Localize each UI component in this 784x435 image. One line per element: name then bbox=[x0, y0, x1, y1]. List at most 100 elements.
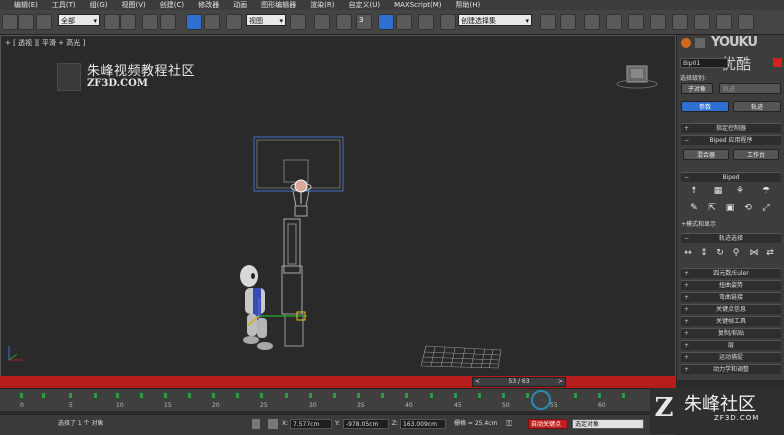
time-slider-prev-icon[interactable]: < bbox=[475, 378, 480, 386]
named-selection-dropdown[interactable]: 创建选择集 bbox=[458, 14, 532, 27]
select-object-icon[interactable] bbox=[104, 14, 120, 30]
menu-rendering[interactable]: 渲染(R) bbox=[310, 0, 334, 10]
figure-mode-icon[interactable]: ☨ bbox=[689, 186, 699, 196]
keyboard-shortcut-icon[interactable] bbox=[336, 14, 352, 30]
mixer-mode-icon[interactable]: ☂ bbox=[761, 186, 771, 196]
rollout-key-info[interactable]: + 关键点信息 bbox=[681, 304, 781, 314]
move-all-icon[interactable]: ⤢ bbox=[761, 203, 771, 213]
rollout-motion-capture[interactable]: + 运动捕捉 bbox=[681, 352, 781, 362]
symmetrical-icon[interactable]: ⋈ bbox=[749, 248, 759, 258]
rollout-label: 四元数/Euler bbox=[713, 270, 749, 277]
bottom-logo-url: ZF3D.COM bbox=[714, 414, 760, 422]
lock-icon[interactable] bbox=[252, 419, 260, 429]
time-slider[interactable]: < 53 / 63 > bbox=[472, 377, 566, 387]
tab-trajectory[interactable]: 轨迹 bbox=[733, 101, 781, 112]
menu-edit[interactable]: 编辑(E) bbox=[14, 0, 38, 10]
lock-cog-icon[interactable]: ⚲ bbox=[731, 248, 741, 258]
window-crossing-icon[interactable] bbox=[160, 14, 176, 30]
menu-tools[interactable]: 工具(T) bbox=[52, 0, 76, 10]
convert-icon[interactable]: ⟲ bbox=[743, 203, 753, 213]
select-rotate-icon[interactable] bbox=[204, 14, 220, 30]
rollout-biped[interactable]: − Biped bbox=[681, 172, 781, 182]
motion-flow-icon[interactable]: ⚘ bbox=[735, 186, 745, 196]
unlink-icon[interactable] bbox=[18, 14, 34, 30]
curve-editor-icon[interactable] bbox=[628, 14, 644, 30]
opposite-icon[interactable]: ⇄ bbox=[765, 248, 775, 258]
menu-help[interactable]: 帮助(H) bbox=[456, 0, 481, 10]
menu-graph-editors[interactable]: 图形编辑器 bbox=[261, 0, 296, 10]
z-label: Z: bbox=[392, 420, 399, 427]
timeline-bar[interactable] bbox=[0, 376, 676, 388]
rollout-copy-paste[interactable]: + 复制/粘贴 bbox=[681, 328, 781, 338]
align-icon[interactable] bbox=[560, 14, 576, 30]
perspective-viewport[interactable]: + [ 透视 ][ 平滑 + 高光 ] 朱峰视频教程社区 ZF3D.COM bbox=[0, 35, 676, 377]
select-move-icon[interactable] bbox=[186, 14, 202, 30]
reference-coord-dropdown[interactable]: 视图 bbox=[246, 14, 286, 27]
material-editor-icon[interactable] bbox=[672, 14, 688, 30]
angle-snap-icon[interactable] bbox=[378, 14, 394, 30]
menu-view[interactable]: 视图(V) bbox=[122, 0, 146, 10]
x-coordinate-field[interactable]: 7.577cm bbox=[290, 419, 332, 429]
time-slider-next-icon[interactable]: > bbox=[558, 378, 563, 386]
tab-params[interactable]: 参数 bbox=[681, 101, 729, 112]
rollout-bend-links[interactable]: + 弯曲链接 bbox=[681, 292, 781, 302]
mixer-button[interactable]: 混合器 bbox=[683, 149, 729, 160]
y-coordinate-field[interactable]: -978.05cm bbox=[343, 419, 389, 429]
layer-manager-icon[interactable] bbox=[584, 14, 600, 30]
create-tab-icon[interactable] bbox=[681, 38, 691, 48]
rollout-quaternion-euler[interactable]: + 四元数/Euler bbox=[681, 268, 781, 278]
body-rotation-icon[interactable]: ↻ bbox=[715, 248, 725, 258]
object-name-field[interactable]: Bip01 bbox=[680, 58, 728, 68]
rect-selection-icon[interactable] bbox=[142, 14, 158, 30]
track-bar[interactable]: 0 5 10 15 20 25 30 35 40 45 50 55 60 bbox=[0, 388, 676, 411]
body-horizontal-icon[interactable]: ↔ bbox=[683, 248, 693, 258]
percent-snap-icon[interactable] bbox=[396, 14, 412, 30]
biped-playback-icon[interactable]: ✎ bbox=[689, 203, 699, 213]
key-filter-dropdown[interactable]: 选定对象 bbox=[572, 419, 644, 429]
menu-group[interactable]: 组(G) bbox=[90, 0, 108, 10]
auto-key-button[interactable]: 自动关键点 bbox=[528, 419, 568, 429]
rollout-biped-apps[interactable]: − Biped 应用程序 bbox=[681, 135, 781, 145]
rollout-dynamics-adaptation[interactable]: + 动力学和调整 bbox=[681, 364, 781, 374]
menu-create[interactable]: 创建(C) bbox=[160, 0, 184, 10]
render-production-icon[interactable] bbox=[738, 14, 754, 30]
load-file-icon[interactable]: ⇱ bbox=[707, 203, 717, 213]
edit-named-selection-icon[interactable] bbox=[440, 14, 456, 30]
modify-tab-icon[interactable] bbox=[695, 38, 705, 48]
rendered-frame-icon[interactable] bbox=[716, 14, 732, 30]
save-file-icon[interactable]: ▣ bbox=[725, 203, 735, 213]
rollout-assign-controller[interactable]: + 指定控制器 bbox=[681, 123, 781, 133]
schematic-view-icon[interactable] bbox=[650, 14, 666, 30]
menu-animation[interactable]: 动画 bbox=[233, 0, 247, 10]
workbench-button[interactable]: 工作台 bbox=[733, 149, 779, 160]
pivot-center-icon[interactable] bbox=[290, 14, 306, 30]
snaps-toggle-icon[interactable]: 3 bbox=[356, 14, 372, 30]
render-setup-icon[interactable] bbox=[694, 14, 710, 30]
z-coordinate-field[interactable]: 163.009cm bbox=[400, 419, 446, 429]
body-vertical-icon[interactable]: ↕ bbox=[699, 248, 709, 258]
object-color-swatch[interactable] bbox=[773, 58, 782, 67]
rollout-keyframing-tools[interactable]: + 关键帧工具 bbox=[681, 316, 781, 326]
menu-modifiers[interactable]: 修改器 bbox=[198, 0, 219, 10]
selection-filter-dropdown[interactable]: 全部 bbox=[58, 14, 100, 27]
footstep-mode-icon[interactable]: ▦ bbox=[713, 186, 723, 196]
modes-display-rollout[interactable]: +模式和显示 bbox=[681, 219, 716, 228]
bind-spacewarp-icon[interactable] bbox=[36, 14, 52, 30]
select-by-name-icon[interactable] bbox=[120, 14, 136, 30]
keyframe-markers bbox=[20, 390, 625, 410]
select-manipulate-icon[interactable] bbox=[314, 14, 330, 30]
absolute-mode-icon[interactable] bbox=[268, 419, 278, 429]
link-icon[interactable] bbox=[2, 14, 18, 30]
sub-object-button[interactable]: 子对象 bbox=[681, 83, 713, 94]
graphite-ribbon-icon[interactable] bbox=[606, 14, 622, 30]
rollout-layers[interactable]: + 层 bbox=[681, 340, 781, 350]
sub-object-dropdown[interactable]: 轨迹 bbox=[719, 83, 781, 94]
menu-maxscript[interactable]: MAXScript(M) bbox=[394, 1, 441, 9]
rollout-track-selection[interactable]: − 轨迹选择 bbox=[681, 233, 781, 243]
menu-customize[interactable]: 自定义(U) bbox=[348, 0, 380, 10]
key-icon[interactable]: ⚿ bbox=[506, 420, 520, 428]
spinner-snap-icon[interactable] bbox=[418, 14, 434, 30]
mirror-icon[interactable] bbox=[540, 14, 556, 30]
rollout-twist-poses[interactable]: + 扭曲姿势 bbox=[681, 280, 781, 290]
select-scale-icon[interactable] bbox=[226, 14, 242, 30]
